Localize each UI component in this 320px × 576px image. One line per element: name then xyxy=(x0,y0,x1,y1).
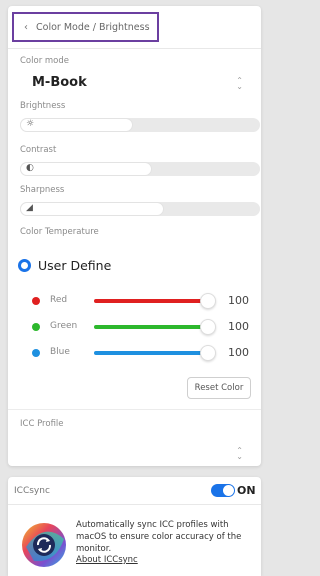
iccsync-description: Automatically sync ICC profiles with mac… xyxy=(76,520,242,554)
blue-value: 100 xyxy=(228,346,249,359)
red-value: 100 xyxy=(228,294,249,307)
sharpness-label: Sharpness xyxy=(20,185,65,195)
icc-profile-label: ICC Profile xyxy=(20,419,64,429)
red-label: Red xyxy=(50,295,68,305)
settings-panel: ‹ Color Mode / Brightness Color mode M-B… xyxy=(8,6,261,466)
green-slider-track[interactable] xyxy=(94,325,204,329)
color-mode-select[interactable]: M-Book xyxy=(32,75,87,90)
green-channel-row: Green 100 xyxy=(24,319,254,335)
user-define-label: User Define xyxy=(38,258,112,273)
red-slider-track[interactable] xyxy=(94,299,204,303)
blue-channel-row: Blue 100 xyxy=(24,345,254,361)
about-iccsync-link[interactable]: About ICCsync xyxy=(76,555,138,565)
brightness-slider[interactable]: ☼ xyxy=(20,118,260,132)
select-arrows-icon[interactable]: ⌃ ⌄ xyxy=(236,77,243,91)
contrast-slider[interactable]: ◐ xyxy=(20,162,260,176)
toggle-state-label: ON xyxy=(237,484,256,497)
brightness-slider-fill[interactable] xyxy=(20,118,133,132)
green-dot-icon xyxy=(32,323,40,331)
iccsync-logo-icon xyxy=(22,523,66,567)
select-arrows-icon[interactable]: ⌃ ⌄ xyxy=(236,447,243,461)
iccsync-panel: ICCsync ON Automatically sync ICC profil… xyxy=(8,477,261,576)
divider xyxy=(8,504,261,505)
green-label: Green xyxy=(50,321,78,331)
radio-selected-icon[interactable] xyxy=(18,259,31,272)
sharpness-icon: ◢ xyxy=(26,203,33,213)
color-temperature-label: Color Temperature xyxy=(20,227,99,237)
user-define-option[interactable]: User Define xyxy=(18,258,111,273)
green-value: 100 xyxy=(228,320,249,333)
contrast-slider-fill[interactable] xyxy=(20,162,152,176)
iccsync-title: ICCsync xyxy=(14,486,50,496)
green-slider-knob[interactable] xyxy=(200,319,216,335)
brightness-label: Brightness xyxy=(20,101,66,111)
color-mode-label: Color mode xyxy=(20,56,69,66)
page-title: Color Mode / Brightness xyxy=(36,21,150,33)
chevron-left-icon[interactable]: ‹ xyxy=(24,22,28,33)
red-slider-knob[interactable] xyxy=(200,293,216,309)
divider xyxy=(8,409,261,410)
divider xyxy=(8,48,261,49)
sharpness-slider-fill[interactable] xyxy=(20,202,164,216)
sun-icon: ☼ xyxy=(26,119,35,129)
blue-slider-track[interactable] xyxy=(94,351,204,355)
blue-label: Blue xyxy=(50,347,70,357)
toggle-thumb[interactable] xyxy=(223,485,234,496)
red-channel-row: Red 100 xyxy=(24,293,254,309)
contrast-icon: ◐ xyxy=(26,163,34,173)
iccsync-toggle[interactable] xyxy=(211,484,235,497)
breadcrumb[interactable]: ‹ Color Mode / Brightness xyxy=(12,12,159,42)
reset-color-button[interactable]: Reset Color xyxy=(187,377,251,399)
blue-slider-knob[interactable] xyxy=(200,345,216,361)
red-dot-icon xyxy=(32,297,40,305)
blue-dot-icon xyxy=(32,349,40,357)
contrast-label: Contrast xyxy=(20,145,57,155)
sharpness-slider[interactable]: ◢ xyxy=(20,202,260,216)
